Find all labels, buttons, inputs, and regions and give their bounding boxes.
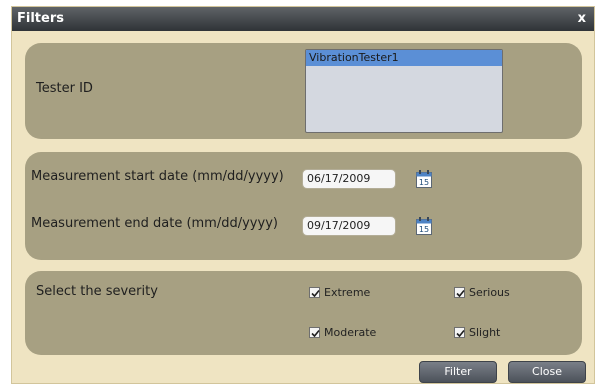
severity-panel: Select the severity	[25, 271, 582, 355]
close-button[interactable]: Close	[508, 361, 586, 383]
checkbox[interactable]	[309, 327, 320, 338]
close-icon[interactable]: x	[578, 11, 586, 27]
checkbox-label: Slight	[469, 326, 501, 339]
tester-id-label: Tester ID	[36, 81, 93, 96]
end-calendar-icon[interactable]: 15	[416, 217, 432, 235]
tester-id-list[interactable]: VibrationTester1	[305, 49, 503, 133]
checkbox-label: Serious	[469, 286, 510, 299]
end-date-input[interactable]: 09/17/2009	[302, 216, 396, 236]
checkbox[interactable]	[309, 287, 320, 298]
dialog-title: Filters	[17, 11, 64, 26]
start-date-label: Measurement start date (mm/dd/yyyy)	[31, 169, 284, 184]
list-item[interactable]: VibrationTester1	[306, 50, 502, 66]
checkbox[interactable]	[454, 287, 465, 298]
checkbox-label: Moderate	[324, 326, 377, 339]
calendar-day-number: 15	[419, 178, 429, 187]
start-calendar-icon[interactable]: 15	[416, 170, 432, 188]
calendar-day-number: 15	[419, 225, 429, 234]
filters-dialog: Filters x Tester ID VibrationTester1 Mea…	[11, 6, 595, 384]
checkbox-label: Extreme	[324, 286, 371, 299]
severity-label: Select the severity	[36, 284, 158, 299]
end-date-label: Measurement end date (mm/dd/yyyy)	[31, 216, 278, 231]
title-bar: Filters x	[12, 7, 594, 31]
start-date-input[interactable]: 06/17/2009	[302, 169, 396, 189]
checkbox[interactable]	[454, 327, 465, 338]
filter-button[interactable]: Filter	[419, 361, 497, 383]
date-panel: Measurement start date (mm/dd/yyyy) Meas…	[25, 152, 582, 260]
